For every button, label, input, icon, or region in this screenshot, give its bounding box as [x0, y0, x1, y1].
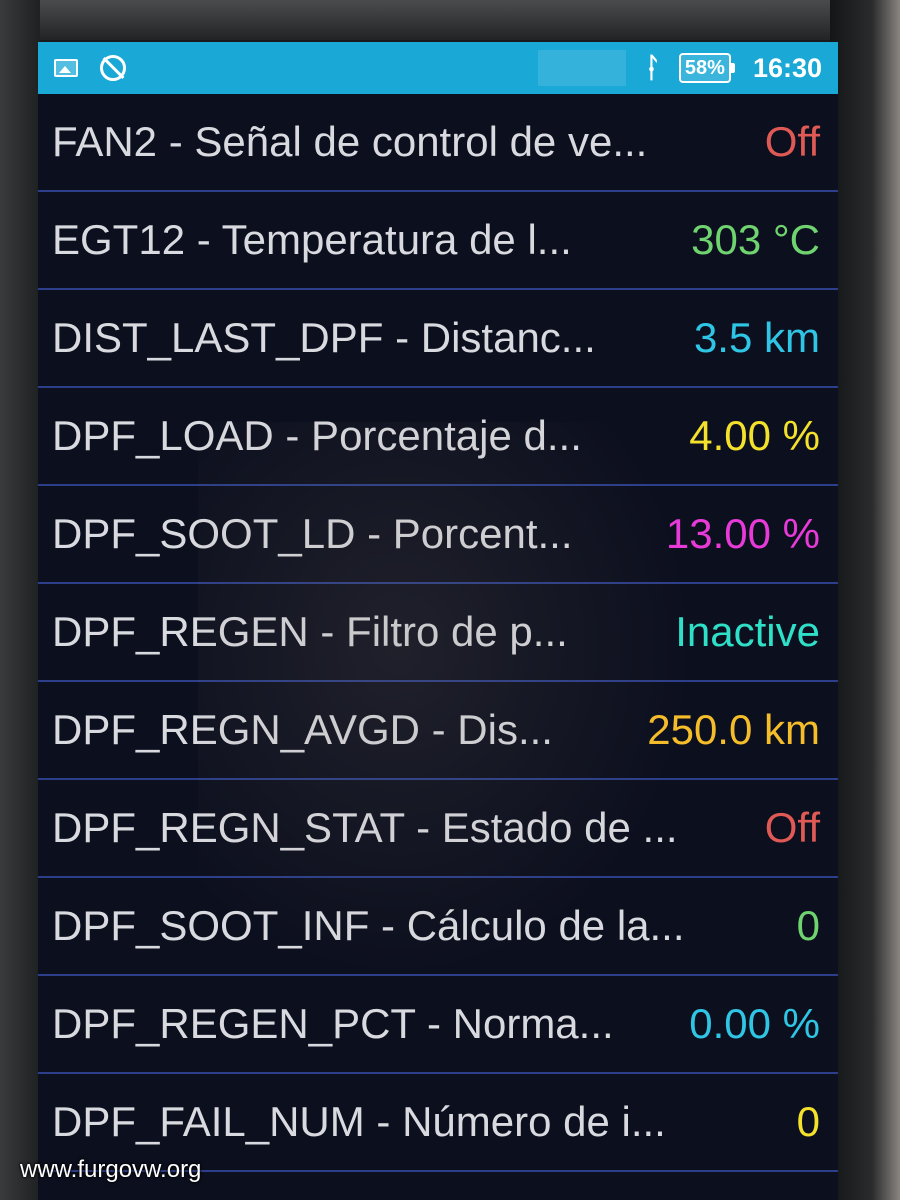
pid-value: Off	[764, 804, 820, 851]
list-item[interactable]: DPF_REGN_AVGD - Dis... 250.0 km	[38, 682, 838, 780]
pid-label: DPF_LOAD - Porcentaje d...	[52, 412, 582, 459]
bluetooth-icon: ᛛ	[644, 52, 661, 83]
pid-value: Inactive	[675, 608, 820, 655]
pid-list: FAN2 - Señal de control de ve... Off EGT12…	[38, 94, 838, 1172]
pid-label: DPF_REGN_STAT - Estado de ...	[52, 804, 678, 851]
list-item[interactable]: DPF_SOOT_LD - Porcent... 13.00 %	[38, 486, 838, 584]
pid-value: 0	[796, 902, 820, 949]
pid-label: EGT12 - Temperatura de l...	[52, 216, 572, 263]
status-left-icons	[54, 55, 126, 81]
list-item[interactable]: DPF_LOAD - Porcentaje d... 4.00 %	[38, 388, 838, 486]
pid-label: DPF_REGEN_PCT - Norma...	[52, 1000, 614, 1047]
pid-label: DIST_LAST_DPF - Distanc...	[52, 314, 596, 361]
list-item[interactable]: DPF_REGEN_PCT - Norma... 0.00 %	[38, 976, 838, 1074]
list-item[interactable]: DIST_LAST_DPF - Distanc... 3.5 km	[38, 290, 838, 388]
battery-icon: 58%	[678, 53, 735, 83]
pid-label: DPF_REGN_AVGD - Dis...	[52, 706, 553, 753]
list-item[interactable]: FAN2 - Señal de control de ve... Off	[38, 94, 838, 192]
pid-label: DPF_SOOT_LD - Porcent...	[52, 510, 573, 557]
status-time: 16:30	[752, 52, 822, 83]
watermark: www.furgovw.org	[20, 1156, 202, 1183]
phone-screen: ᛛ 58% 16:30 FAN2 - Señal de control de v…	[38, 42, 838, 1200]
list-item[interactable]: EGT12 - Temperatura de l... 303 °C	[38, 192, 838, 290]
no-sync-icon	[100, 55, 126, 81]
pid-value: 303 °C	[691, 216, 820, 263]
list-item[interactable]: DPF_REGN_STAT - Estado de ... Off	[38, 780, 838, 878]
phone-bezel-left	[0, 0, 40, 1200]
pid-label: DPF_REGEN - Filtro de p...	[52, 608, 568, 655]
pid-value: 13.00 %	[665, 510, 820, 557]
list-item[interactable]: DPF_SOOT_INF - Cálculo de la... 0	[38, 878, 838, 976]
battery-cap	[730, 63, 735, 73]
signal-area	[538, 50, 626, 86]
pid-label: DPF_SOOT_INF - Cálculo de la...	[52, 902, 685, 949]
battery-percent: 58%	[678, 53, 731, 83]
pid-value: 0	[796, 1098, 820, 1145]
pid-label: FAN2 - Señal de control de ve...	[52, 118, 648, 165]
status-bar: ᛛ 58% 16:30	[38, 42, 838, 94]
pid-value: 3.5 km	[693, 314, 820, 361]
pid-value: 250.0 km	[647, 706, 820, 753]
status-right-icons: ᛛ 58% 16:30	[644, 42, 822, 94]
phone-bezel-right	[830, 0, 900, 1200]
photo-icon	[54, 59, 78, 77]
pid-value: 4.00 %	[689, 412, 820, 459]
list-item[interactable]: DPF_REGEN - Filtro de p... Inactive	[38, 584, 838, 682]
pid-value: 0.00 %	[689, 1000, 820, 1047]
phone-bezel-top	[0, 0, 900, 40]
pid-value: Off	[764, 118, 820, 165]
pid-label: DPF_FAIL_NUM - Número de i...	[52, 1098, 666, 1145]
